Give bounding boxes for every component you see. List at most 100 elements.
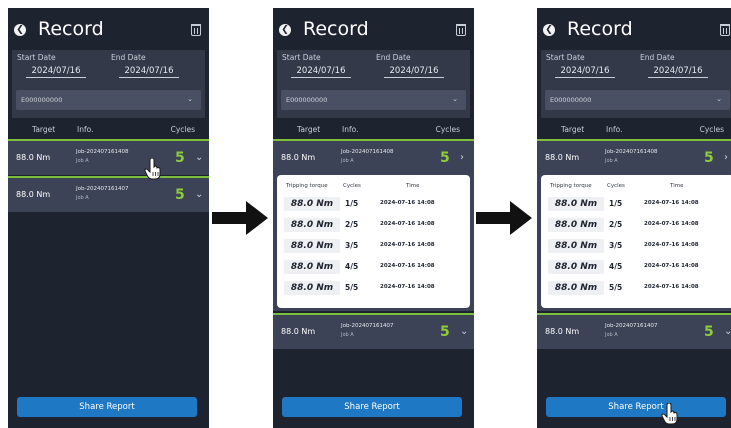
detail-torque: 88.0 Nm	[548, 197, 604, 211]
record-subtitle: Job A	[341, 158, 354, 164]
start-date-field[interactable]: 2024/07/16	[291, 66, 351, 78]
page-title: Record	[38, 18, 104, 40]
device-value: E000000000	[286, 96, 328, 104]
column-info: Info.	[606, 125, 623, 134]
detail-cycle: 2/5	[609, 220, 623, 229]
record-torque: 88.0 Nm	[16, 190, 51, 199]
start-date-label: Start Date	[546, 53, 585, 62]
record-job: Job-202407161408	[605, 149, 658, 155]
column-target: Target	[32, 125, 56, 134]
end-date-field[interactable]: 2024/07/16	[384, 66, 444, 78]
record-subtitle: Job A	[76, 158, 89, 164]
record-screen-3: ❮ Record Start Date End Date 2024/07/16 …	[537, 8, 731, 428]
detail-row: 88.0 Nm 2/5 2024-07-16 14:08	[277, 216, 470, 234]
back-icon[interactable]: ❮	[279, 24, 291, 36]
detail-cycle: 5/5	[609, 283, 623, 292]
end-date-field[interactable]: 2024/07/16	[648, 66, 708, 78]
chevron-down-icon: ⌄	[716, 95, 722, 103]
record-torque: 88.0 Nm	[545, 327, 580, 336]
detail-torque: 88.0 Nm	[284, 197, 340, 211]
detail-row: 88.0 Nm 4/5 2024-07-16 14:08	[277, 258, 470, 276]
header: ❮ Record	[8, 8, 209, 46]
start-date-label: Start Date	[17, 53, 56, 62]
chevron-down-icon[interactable]: ⌄	[460, 326, 468, 337]
device-select[interactable]: E000000000 ⌄	[16, 90, 201, 110]
detail-header-time: Time	[406, 183, 420, 189]
record-job: Job-202407161408	[341, 149, 394, 155]
record-cycles: 5	[440, 324, 450, 340]
detail-row: 88.0 Nm 1/5 2024-07-16 14:08	[541, 195, 731, 213]
detail-torque: 88.0 Nm	[548, 239, 604, 253]
detail-header-torque: Tripping torque	[550, 183, 592, 189]
start-date-label: Start Date	[282, 53, 321, 62]
record-row[interactable]: 88.0 Nm Job-202407161407 Job A 5 ⌄	[537, 313, 731, 349]
chevron-down-icon[interactable]: ⌄	[195, 189, 203, 200]
column-info: Info.	[77, 125, 94, 134]
detail-torque: 88.0 Nm	[284, 281, 340, 295]
detail-header-time: Time	[670, 183, 684, 189]
start-date-field[interactable]: 2024/07/16	[555, 66, 615, 78]
cycle-detail-table: Tripping torque Cycles Time 88.0 Nm 1/5 …	[277, 175, 470, 308]
chevron-right-icon[interactable]: ›	[460, 152, 464, 163]
detail-row: 88.0 Nm 5/5 2024-07-16 14:08	[277, 279, 470, 297]
chevron-down-icon[interactable]: ⌄	[195, 152, 203, 163]
detail-torque: 88.0 Nm	[284, 239, 340, 253]
page-title: Record	[567, 18, 633, 40]
back-icon[interactable]: ❮	[543, 24, 555, 36]
chevron-down-icon: ⌄	[187, 95, 193, 103]
record-torque: 88.0 Nm	[281, 153, 316, 162]
detail-cycle: 3/5	[345, 241, 359, 250]
record-row[interactable]: 88.0 Nm Job-202407161407 Job A 5 ⌄	[8, 176, 209, 212]
chevron-down-icon: ⌄	[452, 95, 458, 103]
record-cycles: 5	[175, 187, 185, 203]
pointer-hand-icon	[661, 403, 678, 425]
detail-time: 2024-07-16 14:08	[644, 263, 699, 269]
chevron-down-icon[interactable]: ⌄	[724, 326, 731, 337]
share-report-button[interactable]: Share Report	[546, 397, 726, 417]
cycle-detail-table: Tripping torque Cycles Time 88.0 Nm 1/5 …	[541, 175, 731, 308]
detail-cycle: 5/5	[345, 283, 359, 292]
device-select[interactable]: E000000000 ⌄	[281, 90, 466, 110]
record-job: Job-202407161407	[605, 323, 658, 329]
record-subtitle: Job A	[76, 195, 89, 201]
detail-time: 2024-07-16 14:08	[644, 284, 699, 290]
end-date-field[interactable]: 2024/07/16	[119, 66, 179, 78]
record-subtitle: Job A	[605, 332, 618, 338]
column-target: Target	[561, 125, 585, 134]
record-row[interactable]: 88.0 Nm Job-202407161407 Job A 5 ⌄	[273, 313, 474, 349]
column-cycles: Cycles	[699, 125, 724, 134]
trash-icon[interactable]	[456, 24, 466, 36]
detail-time: 2024-07-16 14:08	[644, 221, 699, 227]
chevron-right-icon[interactable]: ›	[724, 152, 728, 163]
header: ❮ Record	[273, 8, 474, 46]
detail-time: 2024-07-16 14:08	[380, 263, 435, 269]
device-value: E000000000	[21, 96, 63, 104]
record-subtitle: Job A	[341, 332, 354, 338]
back-icon[interactable]: ❮	[14, 24, 26, 36]
detail-cycle: 2/5	[345, 220, 359, 229]
record-cycles: 5	[704, 150, 714, 166]
share-report-button[interactable]: Share Report	[17, 397, 197, 417]
start-date-field[interactable]: 2024/07/16	[26, 66, 86, 78]
device-select[interactable]: E000000000 ⌄	[545, 90, 730, 110]
record-job: Job-202407161407	[341, 323, 394, 329]
detail-torque: 88.0 Nm	[548, 218, 604, 232]
share-report-button[interactable]: Share Report	[282, 397, 462, 417]
detail-time: 2024-07-16 14:08	[380, 242, 435, 248]
header: ❮ Record	[537, 8, 731, 46]
detail-cycle: 4/5	[345, 262, 359, 271]
detail-time: 2024-07-16 14:08	[644, 200, 699, 206]
detail-time: 2024-07-16 14:08	[380, 221, 435, 227]
record-row[interactable]: 88.0 Nm Job-202407161408 Job A 5 ⌄	[8, 139, 209, 175]
filter-panel: Start Date End Date 2024/07/16 2024/07/1…	[12, 50, 205, 118]
column-cycles: Cycles	[435, 125, 460, 134]
detail-row: 88.0 Nm 2/5 2024-07-16 14:08	[541, 216, 731, 234]
record-screen-1: ❮ Record Start Date End Date 2024/07/16 …	[8, 8, 209, 428]
trash-icon[interactable]	[191, 24, 201, 36]
detail-torque: 88.0 Nm	[548, 281, 604, 295]
trash-icon[interactable]	[720, 24, 730, 36]
detail-time: 2024-07-16 14:08	[380, 200, 435, 206]
detail-torque: 88.0 Nm	[284, 260, 340, 274]
record-cycles: 5	[175, 150, 185, 166]
filter-panel: Start Date End Date 2024/07/16 2024/07/1…	[277, 50, 470, 118]
